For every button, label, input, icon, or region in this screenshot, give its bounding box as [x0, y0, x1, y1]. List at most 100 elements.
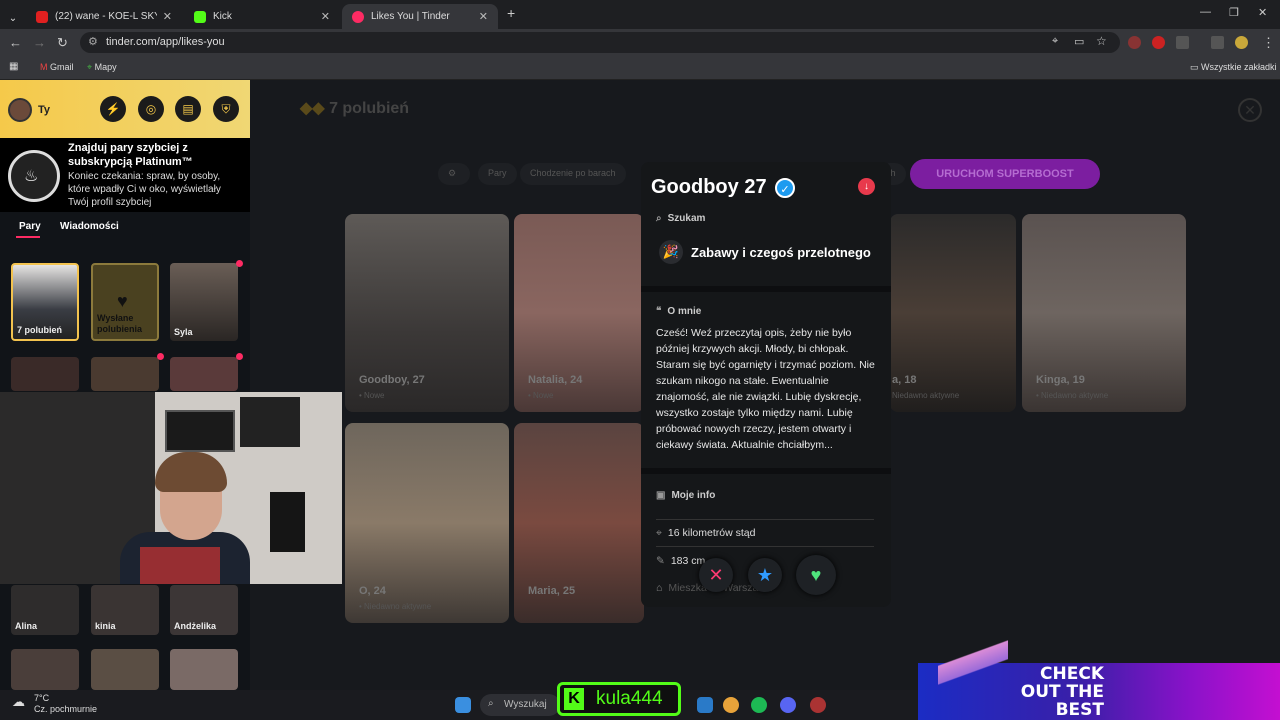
profile-card: Goodboy 27 ✓ ↓ ⌕ Szukam 🎉 Zabawy i czegoś…	[641, 162, 891, 607]
tab-youtube[interactable]: (22) wane - KOE-L SKYE (Official ✕	[26, 4, 182, 29]
nope-button[interactable]: ✕	[699, 558, 733, 592]
id-card-icon: ▣	[656, 490, 666, 501]
like-card[interactable]: a, 18 Niedawno aktywne	[890, 214, 1016, 412]
ad-text: CHECK OUT THE BEST CASES	[1020, 664, 1104, 720]
verified-badge-icon: ✓	[775, 178, 795, 198]
boost-icon[interactable]: ⚡	[100, 96, 126, 122]
match-tile[interactable]	[91, 357, 159, 391]
ad-overlay: CHECK OUT THE BEST CASES	[918, 615, 1280, 720]
folder-icon: ▭	[1190, 62, 1202, 72]
match-tile[interactable]	[170, 649, 238, 690]
my-info-heading: ▣ Moje info	[656, 490, 716, 501]
filter-pary[interactable]: Pary	[478, 163, 517, 185]
match-tile[interactable]	[170, 357, 238, 391]
cast-icon[interactable]: ▭	[1074, 35, 1084, 48]
tv-image	[240, 397, 300, 447]
match-tile[interactable]	[91, 649, 159, 690]
explorer-icon[interactable]	[697, 697, 713, 713]
site-info-icon[interactable]: ⚙	[88, 35, 98, 48]
user-name[interactable]: Ty	[38, 104, 50, 116]
match-tile[interactable]: Andżelika	[170, 585, 238, 635]
new-tab-button[interactable]: +	[507, 5, 515, 21]
explore-icon[interactable]: ◎	[138, 96, 164, 122]
maximize-button[interactable]: ❐	[1229, 6, 1239, 19]
app-icon[interactable]	[810, 697, 826, 713]
superboost-button[interactable]: URUCHOM SUPERBOOST	[910, 159, 1100, 189]
address-bar-row: ← → ↻ ⚙ tinder.com/app/likes-you ⌖ ▭ ☆ ⋮	[0, 29, 1280, 56]
close-icon[interactable]: ✕	[321, 10, 330, 23]
tab-wiadomosci[interactable]: Wiadomości	[60, 221, 119, 232]
like-card[interactable]: Goodboy, 27 • Nowe	[345, 214, 509, 412]
window-close-button[interactable]: ✕	[1258, 6, 1267, 19]
bookmark-mapy[interactable]: ⌖ Mapy	[87, 62, 117, 73]
search-icon: ⌕	[488, 698, 494, 709]
close-panel-button[interactable]: ✕	[1238, 98, 1262, 122]
sidebar: Ty ⚡ ◎ ▤ ⛨ ♨ Znajduj pary szybciej z sub…	[0, 80, 250, 690]
extension-icon[interactable]	[1128, 36, 1141, 49]
profile-avatar[interactable]	[1235, 36, 1248, 49]
search-icon: ⌕	[656, 213, 662, 224]
like-card[interactable]: O, 24 • Niedawno aktywne	[345, 423, 509, 623]
likes-tile[interactable]: 7 polubień	[11, 263, 79, 341]
briefcase-icon[interactable]: ▤	[175, 96, 201, 122]
url-field[interactable]: ⚙ tinder.com/app/likes-you ⌖ ▭ ☆	[80, 32, 1120, 53]
super-like-button[interactable]: ★	[748, 558, 782, 592]
match-tile[interactable]: Alina	[11, 585, 79, 635]
extension-icon[interactable]	[1152, 36, 1165, 49]
apps-icon[interactable]: ▦	[9, 61, 18, 72]
new-match-dot	[157, 353, 164, 360]
like-button[interactable]: ♥	[796, 555, 836, 595]
like-card[interactable]: Kinga, 19 • Niedawno aktywne	[1022, 214, 1186, 412]
divider	[656, 519, 874, 520]
avatar[interactable]	[8, 98, 32, 122]
match-tile[interactable]: kinia	[91, 585, 159, 635]
all-bookmarks[interactable]: ▭ Wszystkie zakładki	[1190, 62, 1277, 73]
reading-list-icon[interactable]	[1211, 36, 1224, 49]
taskbar-search[interactable]: ⌕ Wyszukaj	[480, 694, 560, 716]
tab-strip: ⌄ (22) wane - KOE-L SKYE (Official ✕ Kic…	[0, 0, 1280, 29]
extensions-puzzle-icon[interactable]	[1176, 36, 1189, 49]
reload-icon[interactable]: ↻	[57, 35, 68, 51]
youtube-icon	[36, 10, 48, 23]
profile-name: Goodboy 27	[651, 176, 767, 198]
forward-icon[interactable]: →	[33, 35, 46, 50]
close-icon[interactable]: ✕	[479, 10, 488, 23]
back-icon[interactable]: ←	[9, 35, 22, 50]
bookmark-star-icon[interactable]: ☆	[1096, 34, 1107, 48]
shield-icon[interactable]: ⛨	[213, 96, 239, 122]
sent-likes-tile[interactable]: ♥ Wysłane polubienia	[91, 263, 159, 341]
discord-icon[interactable]	[780, 697, 796, 713]
location-icon[interactable]: ⌖	[1052, 35, 1058, 48]
collapse-profile-button[interactable]: ↓	[858, 178, 875, 195]
tab-tinder[interactable]: Likes You | Tinder ✕	[342, 4, 498, 29]
match-tile[interactable]	[11, 649, 79, 690]
knife-image	[938, 615, 1008, 715]
filter-bars[interactable]: Chodzenie po barach	[520, 163, 626, 185]
likes-icon: ◆◆	[300, 100, 330, 117]
like-card[interactable]: Maria, 25	[514, 423, 644, 623]
windows-start-icon[interactable]	[455, 697, 471, 713]
close-icon[interactable]: ✕	[163, 10, 172, 23]
kick-name-overlay: K kula444	[557, 682, 681, 716]
platinum-promo[interactable]: ♨ Znajduj pary szybciej z subskrypcją Pl…	[0, 138, 250, 212]
divider	[656, 546, 874, 547]
webcam-overlay	[0, 392, 342, 584]
tab-kick[interactable]: Kick ✕	[184, 4, 340, 29]
minimize-button[interactable]: —	[1200, 6, 1211, 18]
match-tile[interactable]	[11, 357, 79, 391]
tab-pary[interactable]: Pary	[19, 221, 41, 232]
cloud-icon: ☁	[12, 694, 25, 709]
height-row: ✎ 183 cm	[656, 555, 706, 567]
filter-settings-button[interactable]: ⚙	[438, 163, 470, 185]
menu-icon[interactable]: ⋮	[1262, 35, 1275, 51]
monitor-image	[165, 410, 235, 452]
tab-search-button[interactable]: ⌄	[4, 6, 22, 31]
match-tile[interactable]: Syla	[170, 263, 238, 341]
profile-bio: Cześć! Weź przeczytaj opis, żeby nie był…	[656, 327, 875, 451]
spotify-icon[interactable]	[751, 697, 767, 713]
bookmark-gmail[interactable]: M Gmail	[40, 62, 74, 72]
like-card[interactable]: Natalia, 24 • Nowe	[514, 214, 644, 412]
speaker-image	[270, 492, 305, 552]
chrome-icon[interactable]	[723, 697, 739, 713]
weather-widget[interactable]: ☁ 7°C Cz. pochmurnie	[8, 693, 97, 715]
